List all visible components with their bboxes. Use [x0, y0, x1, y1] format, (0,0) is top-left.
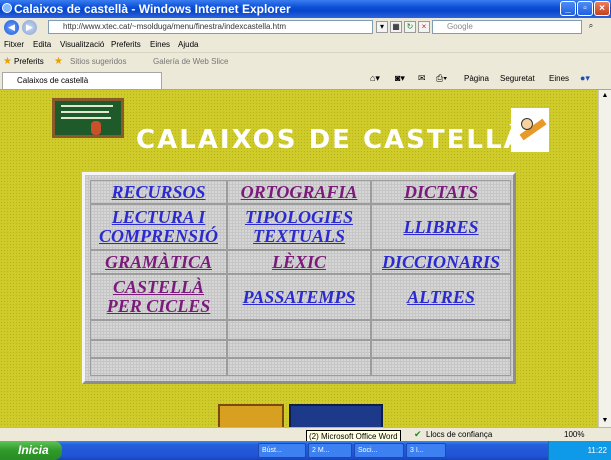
tab-calaixos[interactable]: Calaixos de castellà [2, 72, 162, 89]
tools-menu[interactable]: Eines [549, 74, 569, 83]
link-altres[interactable]: ALTRES [407, 287, 475, 307]
cell-altres: ALTRES [371, 274, 511, 320]
refresh-icon[interactable]: ↻ [404, 21, 416, 33]
menu-bar: Fitxer Edita Visualització Preferits Ein… [0, 37, 611, 52]
taskbar-button-word[interactable]: 2 M... [308, 443, 352, 458]
cell-empty [227, 340, 371, 358]
menu-visualitzacio[interactable]: Visualització [60, 40, 104, 49]
navigation-bar: ◀ ▶ http://www.xtec.cat/~msolduga/menu/f… [0, 18, 611, 38]
taskbar-button-bust[interactable]: Búst... [258, 443, 306, 458]
menu-eines[interactable]: Eines [150, 40, 170, 49]
chalkboard-icon [52, 98, 124, 138]
page-menu[interactable]: Pàgina [464, 74, 489, 83]
thumbnail-image-2[interactable] [289, 404, 383, 427]
home-icon[interactable]: ⌂▾ [370, 73, 380, 84]
address-input[interactable]: http://www.xtec.cat/~msolduga/menu/fines… [48, 20, 373, 34]
feeds-icon[interactable]: ◙▾ [395, 73, 405, 84]
compatibility-icon[interactable]: ▦ [390, 21, 402, 33]
scroll-up-icon[interactable]: ▲ [600, 91, 610, 101]
print-icon[interactable]: ⎙▾ [436, 73, 447, 84]
cell-tipologies: TIPOLOGIES TEXTUALS [227, 204, 371, 250]
cell-gramatica: GRAMÀTICA [90, 250, 227, 274]
cell-empty [371, 320, 511, 340]
vertical-scrollbar[interactable]: ▲ ▼ [598, 90, 611, 427]
cell-dictats: DICTATS [371, 180, 511, 204]
menu-edita[interactable]: Edita [33, 40, 51, 49]
cell-empty [90, 340, 227, 358]
security-menu[interactable]: Seguretat [500, 74, 535, 83]
link-gramatica[interactable]: GRAMÀTICA [105, 252, 212, 272]
link-tipologies-textuals[interactable]: TIPOLOGIES TEXTUALS [239, 208, 359, 246]
taskbar-button-soci[interactable]: Soci... [354, 443, 404, 458]
ie-icon [2, 3, 12, 13]
search-icon[interactable]: ⌕ [585, 21, 597, 33]
link-dictats[interactable]: DICTATS [404, 182, 478, 202]
link-diccionaris[interactable]: DICCIONARIS [382, 252, 500, 272]
cell-passatemps: PASSATEMPS [227, 274, 371, 320]
mail-icon[interactable]: ✉ [418, 73, 426, 84]
tab-bar: Calaixos de castellà ⌂▾ ◙▾ ✉ ⎙▾ Pàgina S… [0, 69, 611, 90]
scroll-down-icon[interactable]: ▼ [600, 416, 610, 426]
fav-item-suggested[interactable]: Sitios sugeridos [70, 57, 126, 66]
cell-empty [227, 320, 371, 340]
link-passatemps[interactable]: PASSATEMPS [243, 287, 356, 307]
cell-empty [371, 358, 511, 376]
cell-castella-cicles: CASTELLÀ PER CICLES [90, 274, 227, 320]
title-bar[interactable]: Calaixos de castellà - Windows Internet … [0, 0, 611, 18]
cell-empty [90, 320, 227, 340]
back-icon[interactable]: ◀ [4, 20, 19, 35]
taskbar-button-label: Búst... [262, 447, 282, 454]
page-content: CALAIXOS DE CASTELLÀ RECURSOS ORTOGRAFIA… [0, 90, 598, 427]
link-ortografia[interactable]: ORTOGRAFIA [241, 182, 358, 202]
zoom-level[interactable]: 100% [564, 430, 584, 439]
taskbar-button-label: 2 M... [312, 447, 330, 454]
add-favorite-icon[interactable]: ★ [54, 56, 63, 67]
system-tray: 11:22 [548, 441, 611, 460]
maximize-button[interactable]: ▫ [577, 1, 593, 16]
address-dropdown-icon[interactable]: ▾ [376, 21, 388, 33]
menu-preferits[interactable]: Preferits [111, 40, 141, 49]
search-input[interactable]: Google [432, 20, 582, 34]
window-title: Calaixos de castellà - Windows Internet … [14, 2, 291, 16]
help-icon[interactable]: ●▾ [580, 73, 590, 84]
menu-grid: RECURSOS ORTOGRAFIA DICTATS LECTURA I CO… [82, 172, 516, 384]
favorites-bar: ★ Preferits ★ Sitios sugeridos Galería d… [0, 52, 611, 70]
favorites-button[interactable]: Preferits [14, 57, 44, 66]
stop-icon[interactable]: × [418, 21, 430, 33]
taskbar: Inicia Búst... 2 M... Soci... 3 I... 11:… [0, 441, 611, 460]
cell-llibres: LLIBRES [371, 204, 511, 250]
close-button[interactable]: × [594, 1, 610, 16]
thumbnail-image-1[interactable] [218, 404, 284, 427]
minimize-button[interactable]: _ [560, 1, 576, 16]
start-label: Inicia [18, 443, 49, 457]
link-castella-per-cicles[interactable]: CASTELLÀ PER CICLES [104, 278, 214, 316]
cell-ortografia: ORTOGRAFIA [227, 180, 371, 204]
cell-empty [90, 358, 227, 376]
checkmark-icon: ✔ [414, 429, 422, 439]
pencil-character-icon [511, 108, 549, 152]
tab-label: Calaixos de castellà [17, 76, 89, 85]
cell-empty [371, 340, 511, 358]
cell-lectura: LECTURA I COMPRENSIÓ [90, 204, 227, 250]
link-recursos[interactable]: RECURSOS [111, 182, 205, 202]
link-llibres[interactable]: LLIBRES [403, 217, 478, 237]
cell-diccionaris: DICCIONARIS [371, 250, 511, 274]
start-button[interactable]: Inicia [0, 441, 62, 460]
forward-icon[interactable]: ▶ [22, 20, 37, 35]
taskbar-button-ie[interactable]: 3 I... [406, 443, 446, 458]
cell-lexic: LÈXIC [227, 250, 371, 274]
taskbar-button-label: Soci... [358, 447, 378, 454]
cell-recursos: RECURSOS [90, 180, 227, 204]
taskbar-button-label: 3 I... [410, 447, 424, 454]
fav-item-web-slice[interactable]: Galería de Web Slice [153, 57, 228, 66]
menu-fitxer[interactable]: Fitxer [4, 40, 24, 49]
menu-ajuda[interactable]: Ajuda [178, 40, 198, 49]
clock[interactable]: 11:22 [588, 446, 607, 455]
cell-empty [227, 358, 371, 376]
security-zone: Llocs de confiança [426, 430, 493, 439]
page-heading: CALAIXOS DE CASTELLÀ [136, 125, 526, 155]
link-lectura-i-comprensio[interactable]: LECTURA I COMPRENSIÓ [96, 208, 222, 246]
favorites-star-icon: ★ [3, 56, 12, 67]
link-lexic[interactable]: LÈXIC [272, 252, 326, 272]
